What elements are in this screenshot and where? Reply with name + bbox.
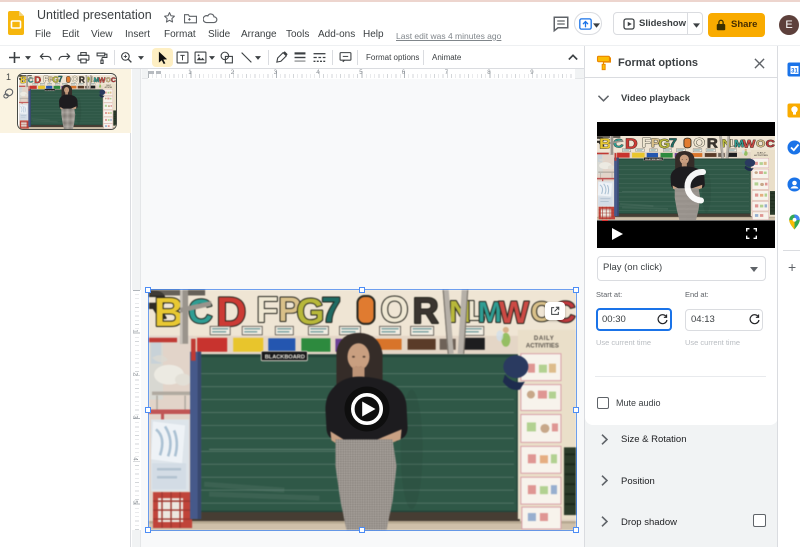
svg-text:31: 31	[791, 69, 798, 75]
